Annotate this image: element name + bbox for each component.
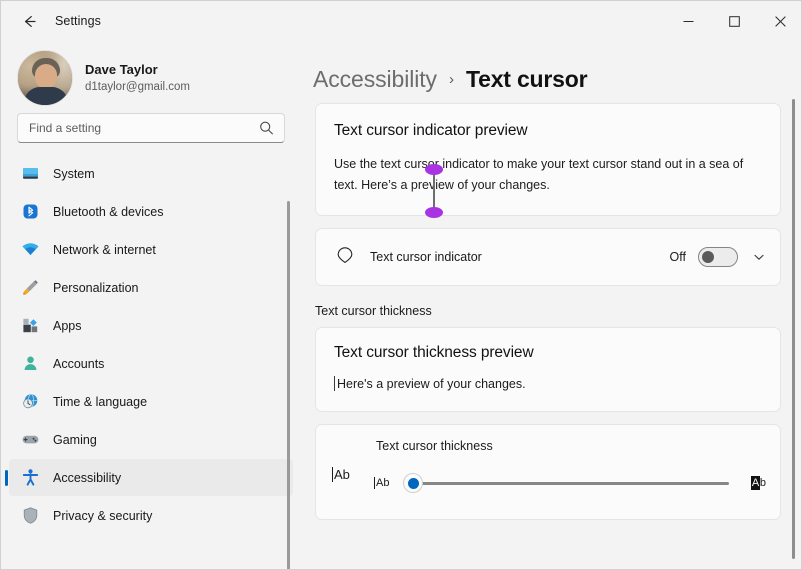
slider-thumb[interactable] [403, 473, 424, 494]
thickness-slider-label: Text cursor thickness [376, 439, 493, 454]
sidebar-item-label: Gaming [53, 432, 97, 447]
title-bar: Settings [1, 1, 801, 41]
page-title: Text cursor [465, 65, 588, 92]
wifi-icon [19, 239, 41, 261]
text-cursor-indicator-label: Text cursor indicator [370, 250, 482, 265]
thickness-preview-body: Here's a preview of your changes. [337, 376, 526, 391]
shield-icon [19, 505, 41, 527]
sidebar: Dave Taylor d1taylor@gmail.com Find a se… [1, 41, 301, 569]
sidebar-item-bluetooth-devices[interactable]: Bluetooth & devices [9, 193, 293, 230]
breadcrumb: Accessibility › Text cursor [301, 41, 801, 99]
thickness-max-label: b [759, 477, 766, 490]
sidebar-item-label: Apps [53, 318, 82, 333]
sidebar-item-accounts[interactable]: Accounts [9, 345, 293, 382]
text-cursor-indicator-toggle[interactable] [698, 247, 738, 268]
text-cursor-thickness-heading: Text cursor thickness [315, 304, 432, 319]
thickness-sample-preview: Ab [332, 467, 350, 483]
sidebar-item-label: Accessibility [53, 470, 122, 485]
text-cursor-indicator-row[interactable]: Text cursor indicator Off [315, 228, 781, 287]
sidebar-nav: System Bluetooth & devices Network & int… [1, 155, 301, 555]
chevron-down-icon[interactable] [752, 250, 766, 264]
close-button[interactable] [757, 1, 801, 41]
sidebar-item-label: Network & internet [53, 242, 156, 257]
sidebar-item-apps[interactable]: Apps [9, 307, 293, 344]
apps-icon [19, 315, 41, 337]
sidebar-item-time-language[interactable]: Time & language [9, 383, 293, 420]
profile-name: Dave Taylor [85, 61, 158, 77]
sidebar-item-accessibility[interactable]: Accessibility [9, 459, 293, 496]
sidebar-item-personalization[interactable]: Personalization [9, 269, 293, 306]
text-cursor-indicator-state: Off [669, 250, 686, 265]
text-cursor-indicator-icon [332, 247, 358, 267]
sidebar-item-label: Privacy & security [53, 508, 153, 523]
breadcrumb-parent[interactable]: Accessibility [313, 66, 437, 93]
sidebar-item-label: Accounts [53, 356, 105, 371]
thickness-min-label: Ab [376, 477, 390, 490]
content-area: Accessibility › Text cursor Text cursor … [301, 41, 801, 569]
sidebar-item-network-internet[interactable]: Network & internet [9, 231, 293, 268]
sidebar-item-label: Bluetooth & devices [53, 204, 164, 219]
sidebar-item-label: Personalization [53, 280, 139, 295]
minimize-button[interactable] [665, 1, 711, 41]
text-cursor-thickness-slider[interactable] [403, 471, 729, 495]
back-button[interactable] [9, 5, 49, 37]
user-avatar-photo [17, 50, 73, 106]
profile-email: d1taylor@gmail.com [85, 80, 190, 93]
sidebar-item-system[interactable]: System [9, 155, 293, 192]
maximize-button[interactable] [711, 1, 757, 41]
sidebar-item-label: System [53, 166, 95, 181]
bluetooth-icon [19, 201, 41, 223]
monitor-icon [19, 163, 41, 185]
close-icon [774, 15, 786, 27]
thickness-preview-body-wrap: Here's a preview of your changes. [334, 376, 762, 392]
clock-globe-icon [19, 391, 41, 413]
slider-track[interactable] [403, 481, 729, 485]
accessibility-person-icon [19, 467, 41, 489]
sidebar-scrollbar[interactable] [287, 201, 290, 569]
sidebar-item-gaming[interactable]: Gaming [9, 421, 293, 458]
user-profile[interactable]: Dave Taylor d1taylor@gmail.com [1, 41, 301, 106]
gamepad-icon [19, 429, 41, 451]
maximize-icon [728, 15, 740, 27]
settings-window: Settings Dave Taylor d1taylor@gmail.com … [0, 0, 802, 570]
search-input[interactable] [18, 114, 243, 142]
sidebar-item-label: Time & language [53, 394, 148, 409]
indicator-preview-body: Use the text cursor indicator to make yo… [334, 157, 744, 192]
thickness-min-label-group: Ab [374, 477, 390, 490]
paintbrush-icon [19, 277, 41, 299]
text-cursor-indicator-preview-card: Text cursor indicator preview Use the te… [315, 103, 781, 218]
thickness-preview-title: Text cursor thickness preview [334, 344, 534, 362]
window-title: Settings [55, 14, 101, 28]
minimize-icon [683, 16, 694, 27]
indicator-preview-title: Text cursor indicator preview [334, 122, 528, 139]
window-controls [665, 1, 801, 41]
search-box[interactable] [17, 113, 285, 143]
search-icon [259, 121, 274, 136]
text-cursor-thickness-preview-card: Text cursor thickness preview Here's a p… [315, 327, 781, 413]
content-scrollbar[interactable] [792, 99, 795, 559]
thin-caret-icon [334, 376, 335, 392]
sidebar-item-privacy-security[interactable]: Privacy & security [9, 497, 293, 534]
back-arrow-icon [21, 13, 38, 30]
thickness-max-label-group: A b [750, 476, 766, 491]
text-cursor-thickness-slider-card: Text cursor thickness Ab Ab A b [315, 424, 781, 521]
account-person-icon [19, 353, 41, 375]
breadcrumb-separator-icon: › [448, 70, 454, 88]
thickness-sample-label: Ab [334, 467, 350, 483]
